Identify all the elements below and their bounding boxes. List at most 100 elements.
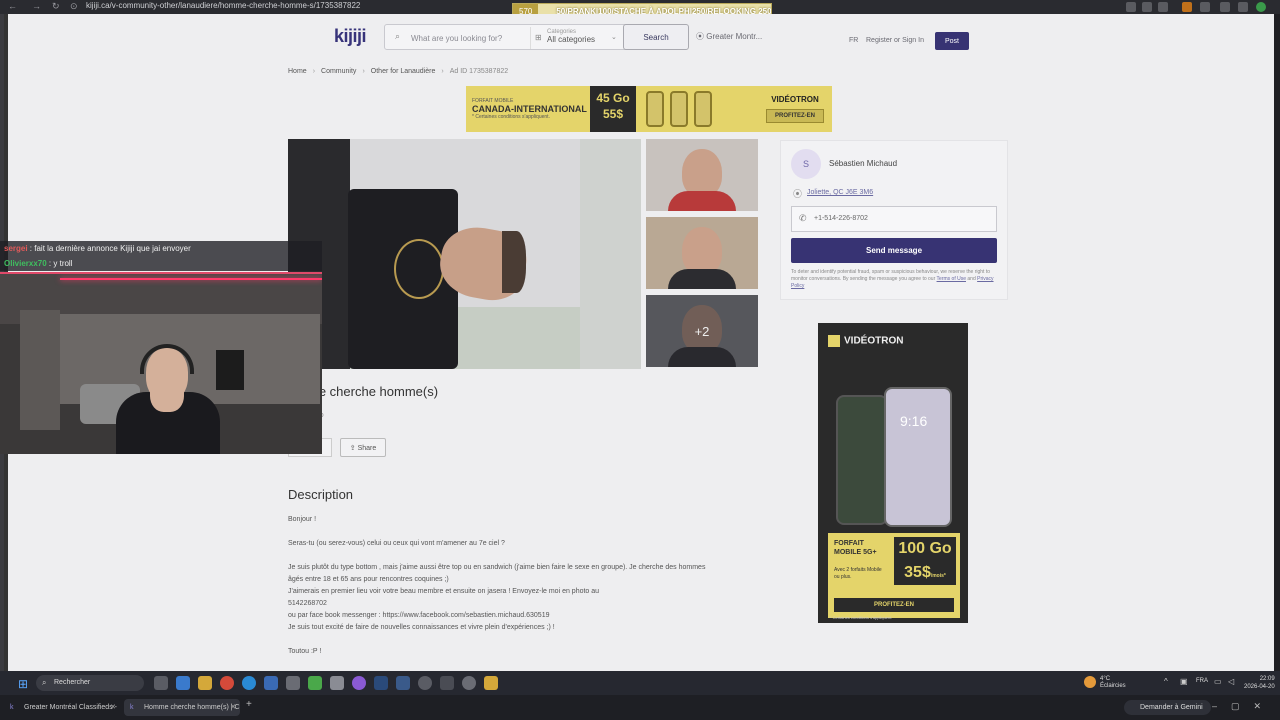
bookmark-star-icon[interactable] xyxy=(1158,2,1168,12)
kijiji-logo[interactable]: kijiji xyxy=(334,26,367,47)
ad-price-block: 45 Go 55$ xyxy=(590,86,636,132)
app-icon[interactable] xyxy=(176,676,190,690)
map-pin-icon: ⦿ xyxy=(793,189,803,199)
seller-name[interactable]: Sébastien Michaud xyxy=(829,159,897,168)
chrome-icon[interactable] xyxy=(220,676,234,690)
thumbnail-photo[interactable] xyxy=(646,217,758,289)
send-message-button[interactable]: Send message xyxy=(791,238,997,263)
app-icon[interactable] xyxy=(396,676,410,690)
app-icon[interactable] xyxy=(440,676,454,690)
forward-icon[interactable]: → xyxy=(32,1,41,11)
language-toggle[interactable]: FR xyxy=(849,37,858,44)
profile-avatar[interactable] xyxy=(1256,2,1266,12)
thumbnail-photo[interactable] xyxy=(646,139,758,211)
network-icon[interactable]: ▭ xyxy=(1214,677,1222,686)
search-input[interactable] xyxy=(397,30,517,46)
share-button[interactable]: ⇪ Share xyxy=(340,438,386,457)
window-controls[interactable]: –▢✕ xyxy=(1212,701,1275,712)
tab-title: Homme cherche homme(s) | C xyxy=(144,704,240,711)
seller-avatar[interactable]: S xyxy=(791,149,821,179)
file-explorer-icon[interactable] xyxy=(198,676,212,690)
extension-icon[interactable] xyxy=(1142,2,1152,12)
description-line xyxy=(288,634,758,646)
browser-tab[interactable]: k Greater Montréal Classifieds - ✕ xyxy=(4,699,120,716)
tray-chevron-icon[interactable]: ^ xyxy=(1164,677,1168,686)
system-clock[interactable]: 22:09 2026-04-20 xyxy=(1244,675,1275,691)
seller-phone-field[interactable]: ✆ +1-514-226-8702 xyxy=(791,206,997,232)
message-disclaimer: To deter and identify potential fraud, s… xyxy=(791,269,997,290)
ask-gemini-button[interactable]: Demander à Gemini xyxy=(1124,700,1211,715)
extension-icon[interactable] xyxy=(1126,2,1136,12)
kijiji-favicon: k xyxy=(130,704,134,711)
steam-icon[interactable] xyxy=(374,676,388,690)
map-pin-icon: ⦿ xyxy=(696,32,707,41)
app-icon[interactable] xyxy=(462,676,476,690)
category-select[interactable]: ⊞ Categories All categories ⌄ xyxy=(530,27,622,49)
volume-icon[interactable]: ◁ xyxy=(1228,677,1234,686)
breadcrumb-separator: › xyxy=(312,68,316,75)
weather-temp: 4°C xyxy=(1100,676,1111,682)
location-selector[interactable]: ⦿ Greater Montr... xyxy=(696,31,762,42)
breadcrumb-separator: › xyxy=(362,68,365,75)
share-label: Share xyxy=(357,444,377,452)
tray-app-icon[interactable]: ▣ xyxy=(1180,677,1188,686)
breadcrumb-community[interactable]: Community xyxy=(321,68,356,75)
downloads-icon[interactable] xyxy=(1238,2,1248,12)
close-icon[interactable]: ✕ xyxy=(110,699,116,716)
app-icon[interactable] xyxy=(484,676,498,690)
side-ad-brand-name: VIDÉOTRON xyxy=(844,335,904,347)
task-view-icon[interactable] xyxy=(154,676,168,690)
browser-tab-active[interactable]: k Homme cherche homme(s) | C ✕ xyxy=(124,699,240,716)
search-button[interactable]: Search xyxy=(623,24,689,50)
close-icon[interactable]: ✕ xyxy=(230,699,236,716)
settings-icon[interactable] xyxy=(286,676,300,690)
edge-icon[interactable] xyxy=(242,676,256,690)
new-tab-button[interactable]: + xyxy=(246,699,252,710)
phone-image xyxy=(670,91,688,127)
ad-id: Ad ID 1735387822 xyxy=(449,68,509,75)
reload-icon[interactable]: ↻ xyxy=(52,1,60,12)
description-heading: Description xyxy=(288,487,354,502)
post-ad-button[interactable]: Post xyxy=(935,32,969,50)
top-banner-ad[interactable]: FORFAIT MOBILE CANADA-INTERNATIONAL * Ce… xyxy=(466,86,832,132)
ad-phones xyxy=(636,91,722,127)
site-info-icon[interactable]: ⊙ xyxy=(70,1,78,12)
kijiji-favicon: k xyxy=(10,704,14,711)
thumbnail-photo-more[interactable]: +2 xyxy=(646,295,758,367)
main-listing-photo[interactable] xyxy=(288,139,641,369)
side-ad-cta-button[interactable]: PROFITEZ-EN xyxy=(834,598,954,612)
breadcrumb-other[interactable]: Other for Lanaudière xyxy=(371,68,436,75)
breadcrumb-home[interactable]: Home xyxy=(288,68,307,75)
tab-title: Greater Montréal Classifieds - xyxy=(24,704,117,711)
seller-location-link[interactable]: Joliette, QC J6E 3M6 xyxy=(807,189,873,196)
app-icon[interactable] xyxy=(352,676,366,690)
address-bar[interactable]: kijiji.ca/v-community-other/lanaudiere/h… xyxy=(86,1,360,10)
description-line: âgés entre 18 et 65 ans pour rencontres … xyxy=(288,576,449,583)
side-banner-ad[interactable]: VIDÉOTRON 9:16 FORFAIT MOBILE 5G+ Avec 2… xyxy=(818,323,968,623)
extension-icon[interactable] xyxy=(1182,2,1192,12)
taskbar-search[interactable]: ⌕ Rechercher xyxy=(36,675,144,691)
sidebar-icon[interactable] xyxy=(1220,2,1230,12)
input-language[interactable]: FRA xyxy=(1196,678,1208,684)
extensions-puzzle-icon[interactable] xyxy=(1200,2,1210,12)
side-ad-price-value: 35$ xyxy=(904,564,931,581)
register-sign-in-link[interactable]: Register or Sign In xyxy=(866,37,924,44)
clock-time: 22:09 xyxy=(1259,676,1275,682)
weather-sun-icon xyxy=(1084,676,1096,688)
ad-cta-button[interactable]: PROFITEZ-EN xyxy=(766,109,824,123)
ad-brand-block: VIDÉOTRON PROFITEZ-EN xyxy=(766,95,824,123)
location-label: Greater Montr... xyxy=(706,32,763,41)
ad-data-amount: 45 Go xyxy=(596,91,630,105)
back-icon[interactable]: ← xyxy=(8,1,17,11)
side-ad-price-block: 100 Go 35$/mois* xyxy=(894,537,956,585)
app-icon[interactable] xyxy=(330,676,344,690)
description-body: Bonjour ! Seras-tu (ou serez-vous) celui … xyxy=(288,514,758,658)
phone-image xyxy=(694,91,712,127)
app-icon[interactable] xyxy=(264,676,278,690)
side-ad-data: 100 Go xyxy=(898,540,952,557)
windows-start-icon[interactable]: ⊞ xyxy=(18,677,28,691)
app-icon[interactable] xyxy=(308,676,322,690)
terms-of-use-link[interactable]: Terms of Use xyxy=(937,276,966,282)
browser-tab-strip: k Greater Montréal Classifieds - ✕ k Hom… xyxy=(0,695,1280,720)
app-icon[interactable] xyxy=(418,676,432,690)
